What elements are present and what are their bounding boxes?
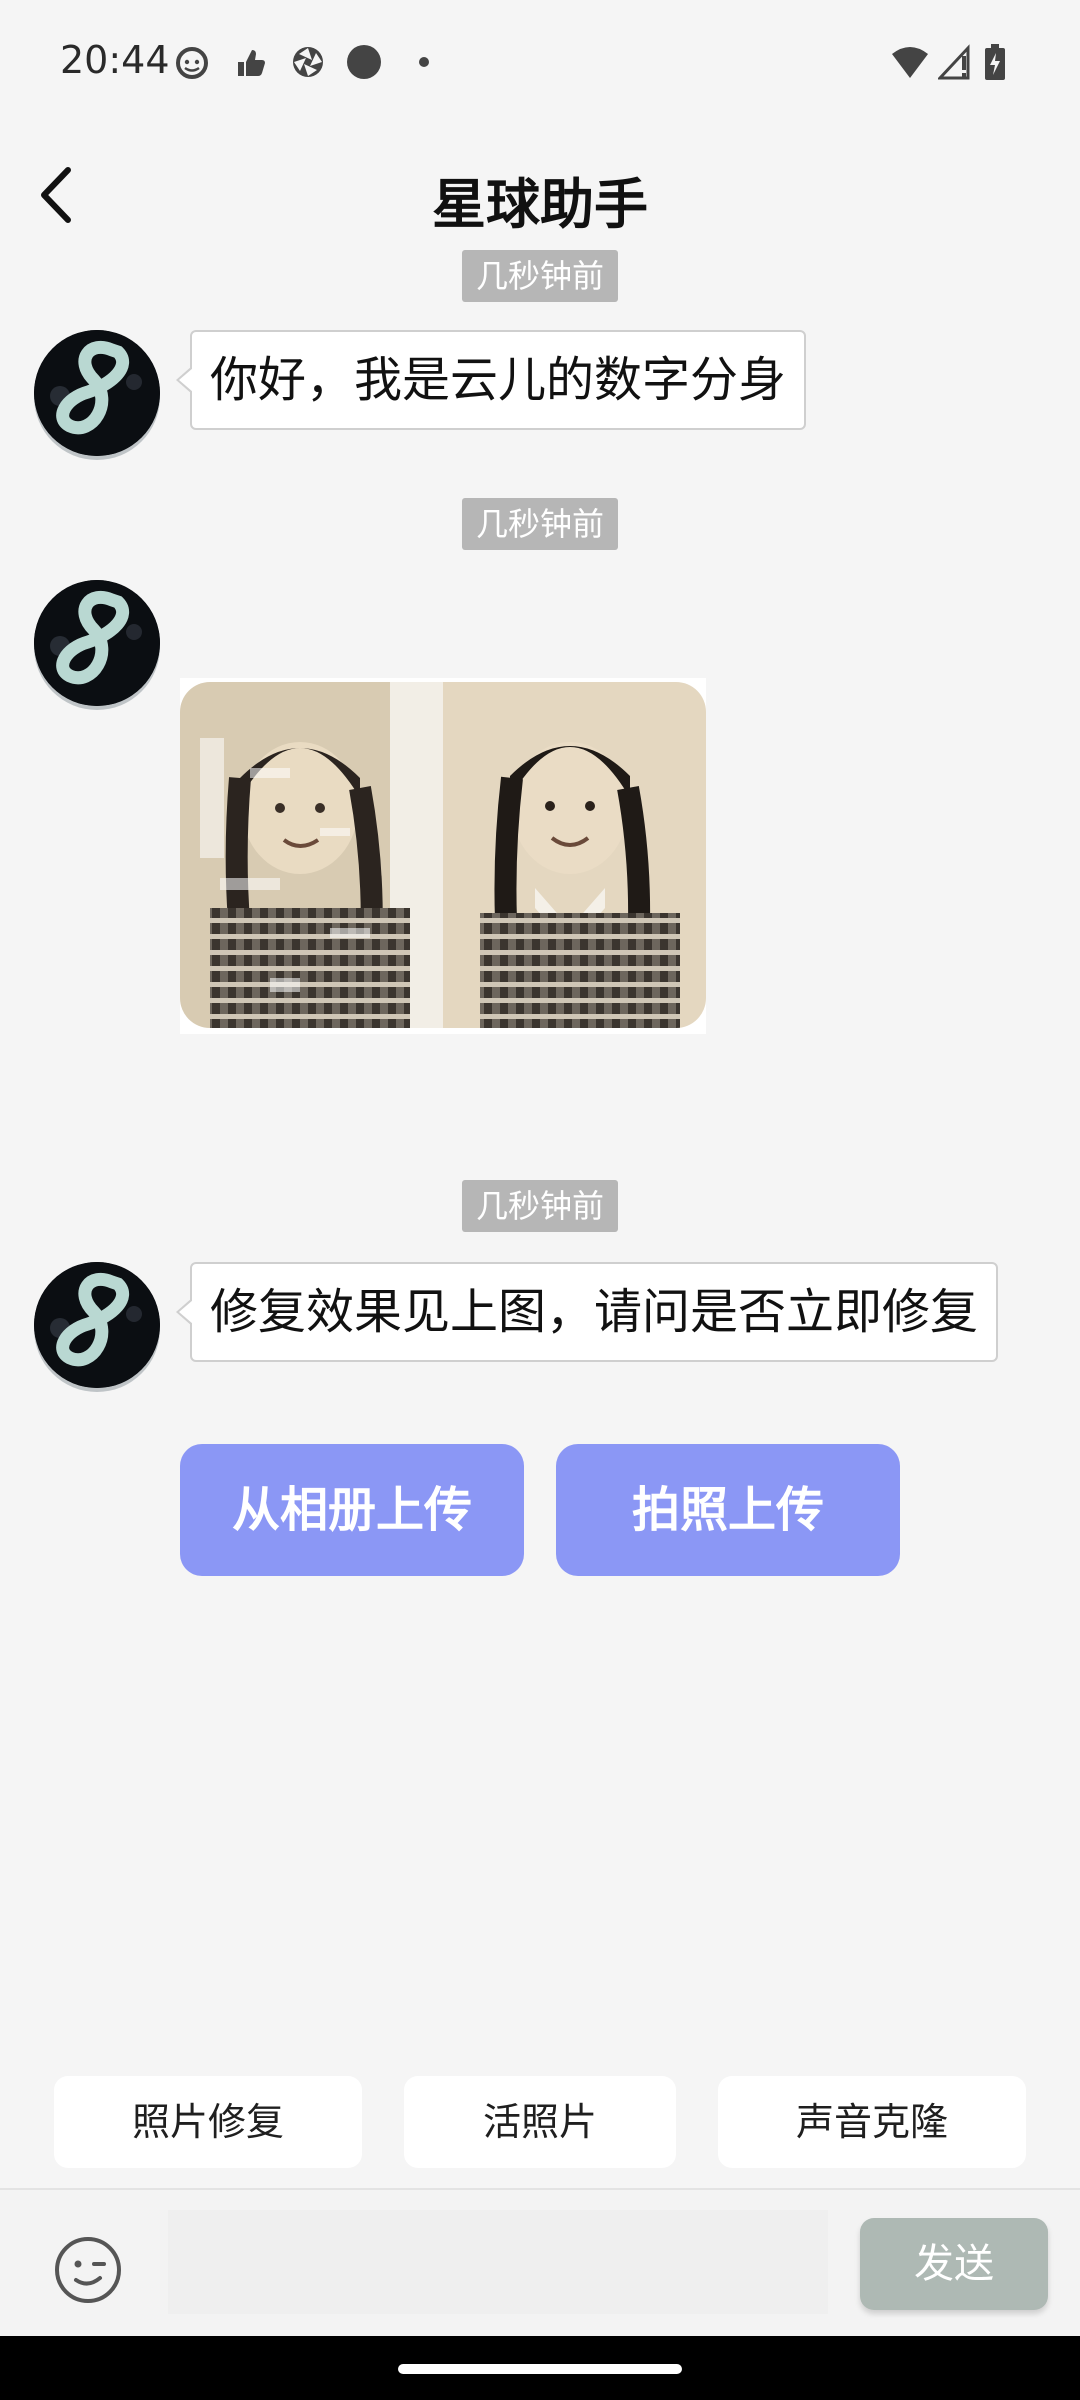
- message-time: 几秒钟前: [461, 250, 619, 302]
- dot-filled-icon: [347, 45, 381, 79]
- signal-icon: [938, 44, 970, 80]
- small-dot-icon: [419, 57, 429, 67]
- chat-screen: 20:44 星球助手 几秒钟前 你好，我是云儿的数字分身 几秒钟前 几秒钟前 修…: [0, 0, 1080, 2400]
- quick-chip-voice-clone[interactable]: 声音克隆: [718, 2076, 1026, 2168]
- restored-photo-image[interactable]: [180, 678, 706, 1034]
- message-time: 几秒钟前: [461, 1180, 619, 1232]
- avatar-logo-icon: [34, 580, 160, 706]
- thumb-icon: [238, 50, 265, 76]
- message-bubble: 你好，我是云儿的数字分身: [175, 330, 807, 430]
- quick-chip-photo-restore[interactable]: 照片修复: [54, 2076, 362, 2168]
- upload-album-button[interactable]: 从相册上传: [180, 1444, 524, 1576]
- header: 星球助手: [0, 130, 1080, 260]
- avatar[interactable]: [34, 330, 160, 456]
- message-input[interactable]: [168, 2210, 828, 2314]
- gesture-handle[interactable]: [398, 2364, 682, 2374]
- face-icon: [176, 47, 208, 79]
- avatar[interactable]: [34, 580, 160, 706]
- emoji-icon[interactable]: [52, 2234, 124, 2306]
- avatar-logo-icon: [34, 330, 160, 456]
- aperture-icon: [293, 47, 323, 77]
- status-time: 20:44: [60, 38, 170, 82]
- quick-chip-live-photo[interactable]: 活照片: [404, 2076, 676, 2168]
- page-title: 星球助手: [432, 173, 648, 236]
- status-bar: 20:44: [0, 0, 1080, 130]
- before-after-photo: [180, 682, 706, 1028]
- wifi-icon: [892, 47, 928, 78]
- send-button[interactable]: 发送: [860, 2218, 1048, 2310]
- message-bubble: 修复效果见上图，请问是否立即修复: [175, 1262, 999, 1362]
- input-bar: 发送: [0, 2188, 1080, 2338]
- avatar-logo-icon: [34, 1262, 160, 1388]
- upload-camera-button[interactable]: 拍照上传: [556, 1444, 900, 1576]
- battery-icon: [985, 44, 1005, 80]
- avatar[interactable]: [34, 1262, 160, 1388]
- message-time: 几秒钟前: [461, 498, 619, 550]
- navigation-bar: [0, 2336, 1080, 2400]
